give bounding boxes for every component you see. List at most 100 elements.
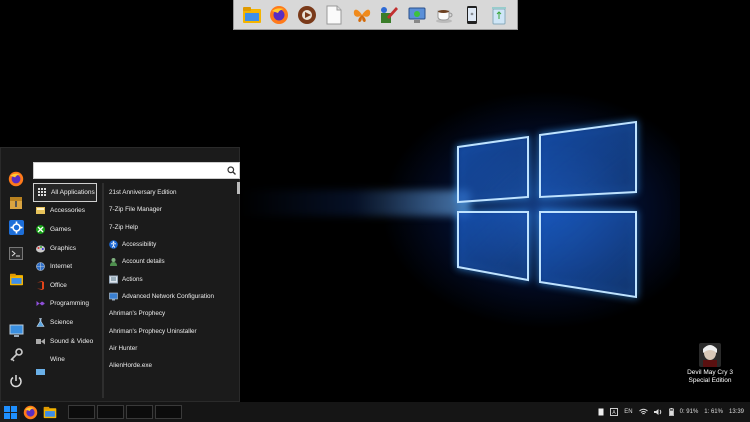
battery-icon[interactable] (668, 408, 674, 416)
app-item[interactable]: 21st Anniversary Edition (106, 184, 234, 201)
category-label: Science (50, 318, 74, 326)
app-label: 21st Anniversary Edition (109, 189, 177, 197)
accessories-icon (36, 206, 45, 215)
windows-start-icon (3, 405, 17, 419)
clock[interactable]: 13:39 (729, 409, 744, 415)
clipboard-icon[interactable] (598, 408, 604, 416)
internet-icon (36, 262, 45, 271)
file-manager-icon (43, 406, 57, 418)
rail-settings-icon[interactable] (5, 216, 27, 238)
input-method-icon[interactable]: A (610, 408, 619, 416)
app-item[interactable]: Accessibility (106, 236, 234, 253)
category-games[interactable]: Games (33, 220, 99, 239)
app-label: Air Hunter (109, 344, 138, 352)
wine-icon (36, 355, 45, 364)
category-programming[interactable]: Programming (33, 295, 99, 314)
app-item[interactable]: 7-Zip File Manager (106, 201, 234, 218)
category-label: Wine (50, 356, 65, 364)
category-graphics[interactable]: Graphics (33, 239, 99, 258)
file-manager-icon[interactable] (240, 3, 264, 27)
recycle-bin-icon[interactable] (487, 3, 511, 27)
paint-icon[interactable] (377, 3, 401, 27)
wallpaper-light-beam (240, 190, 470, 216)
volume-icon[interactable] (653, 408, 663, 416)
desktop-icon-label-line1: Devil May Cry 3 (687, 369, 733, 376)
app-item[interactable]: AlienHorde.exe (106, 357, 234, 374)
category-science[interactable]: Science (33, 313, 99, 332)
app-label: Ahriman's Prophecy (109, 310, 166, 318)
category-icon (36, 368, 45, 375)
text-document-icon[interactable] (322, 3, 346, 27)
category-wine[interactable]: Wine (33, 350, 99, 369)
app-item[interactable]: Ahriman's Prophecy (106, 305, 234, 322)
category-internet[interactable]: Internet (33, 257, 99, 276)
start-menu: All Applications Accessories Games Graph… (0, 147, 240, 402)
rail-terminal-icon[interactable] (5, 242, 27, 264)
svg-text:A: A (613, 410, 617, 416)
workspace-3[interactable] (126, 405, 153, 419)
top-dock: * (233, 0, 518, 30)
firefox-icon (23, 405, 37, 419)
category-accessories[interactable]: Accessories (33, 202, 99, 221)
category-list: All Applications Accessories Games Graph… (33, 183, 99, 375)
app-item[interactable]: Actions (106, 270, 234, 287)
app-item[interactable]: Account details (106, 253, 234, 270)
scrollbar-thumb[interactable] (237, 182, 240, 194)
app-label: Accessibility (122, 241, 157, 249)
office-icon (36, 280, 45, 290)
category-label: Graphics (50, 244, 77, 252)
category-office[interactable]: Office (33, 276, 99, 295)
app-list-scrollbar[interactable] (237, 182, 240, 392)
rail-key-icon[interactable] (5, 344, 27, 366)
app-label: Actions (122, 275, 143, 283)
category-all-applications[interactable]: All Applications (33, 183, 97, 202)
account-icon (109, 257, 118, 267)
media-player-icon[interactable] (295, 3, 319, 27)
rail-power-icon[interactable] (5, 370, 27, 392)
category-label: Games (50, 225, 71, 233)
taskbar-file-manager-button[interactable] (40, 402, 60, 422)
rail-firefox-icon[interactable] (5, 168, 27, 190)
firefox-icon[interactable] (267, 3, 291, 27)
workspace-2[interactable] (97, 405, 124, 419)
category-sound-video[interactable]: Sound & Video (33, 332, 99, 351)
app-label: Ahriman's Prophecy Uninstaller (109, 327, 197, 335)
search-icon[interactable] (227, 166, 236, 175)
app-label: 7-Zip Help (109, 223, 139, 231)
app-item[interactable]: 7-Zip Help (106, 219, 234, 236)
workspace-4[interactable] (155, 405, 182, 419)
butterfly-icon[interactable] (350, 3, 374, 27)
grid-icon (37, 188, 46, 197)
remote-desktop-icon[interactable] (405, 3, 429, 27)
keyboard-layout[interactable]: EN (624, 409, 632, 415)
category-label: Internet (50, 263, 73, 271)
start-menu-search[interactable] (33, 162, 240, 179)
app-item[interactable]: Ahriman's Prophecy Uninstaller (106, 322, 234, 339)
workspace-1[interactable] (68, 405, 95, 419)
rail-archive-icon[interactable] (5, 192, 27, 214)
search-input[interactable] (38, 166, 223, 175)
category-label: Sound & Video (50, 337, 94, 345)
rail-display-icon[interactable] (5, 320, 27, 342)
category-label: Programming (50, 300, 90, 308)
system-tray: A EN 0: 91% 1: 61% 13:39 (598, 408, 750, 416)
menu-divider (102, 183, 104, 398)
svg-text:*: * (470, 12, 473, 19)
category-label: Accessories (50, 207, 86, 215)
game-thumbnail-icon (699, 343, 721, 367)
start-button[interactable] (0, 402, 20, 422)
desktop-shortcut-devil-may-cry-3[interactable]: Devil May Cry 3 Special Edition (680, 343, 740, 385)
category-label: All Applications (51, 188, 95, 196)
network-wifi-icon[interactable] (638, 408, 648, 416)
coffee-icon[interactable] (432, 3, 456, 27)
phone-icon[interactable]: * (460, 3, 484, 27)
app-label: Advanced Network Configuration (122, 292, 215, 300)
taskbar-firefox-button[interactable] (20, 402, 40, 422)
rail-file-manager-icon[interactable] (5, 268, 27, 290)
taskbar: A EN 0: 91% 1: 61% 13:39 (0, 402, 750, 422)
app-label: Account details (122, 258, 165, 266)
category-partially-hidden[interactable] (33, 368, 99, 375)
desktop-icon-label-line2: Special Edition (688, 377, 732, 384)
app-item[interactable]: Air Hunter (106, 340, 234, 357)
app-item[interactable]: Advanced Network Configuration (106, 288, 234, 305)
